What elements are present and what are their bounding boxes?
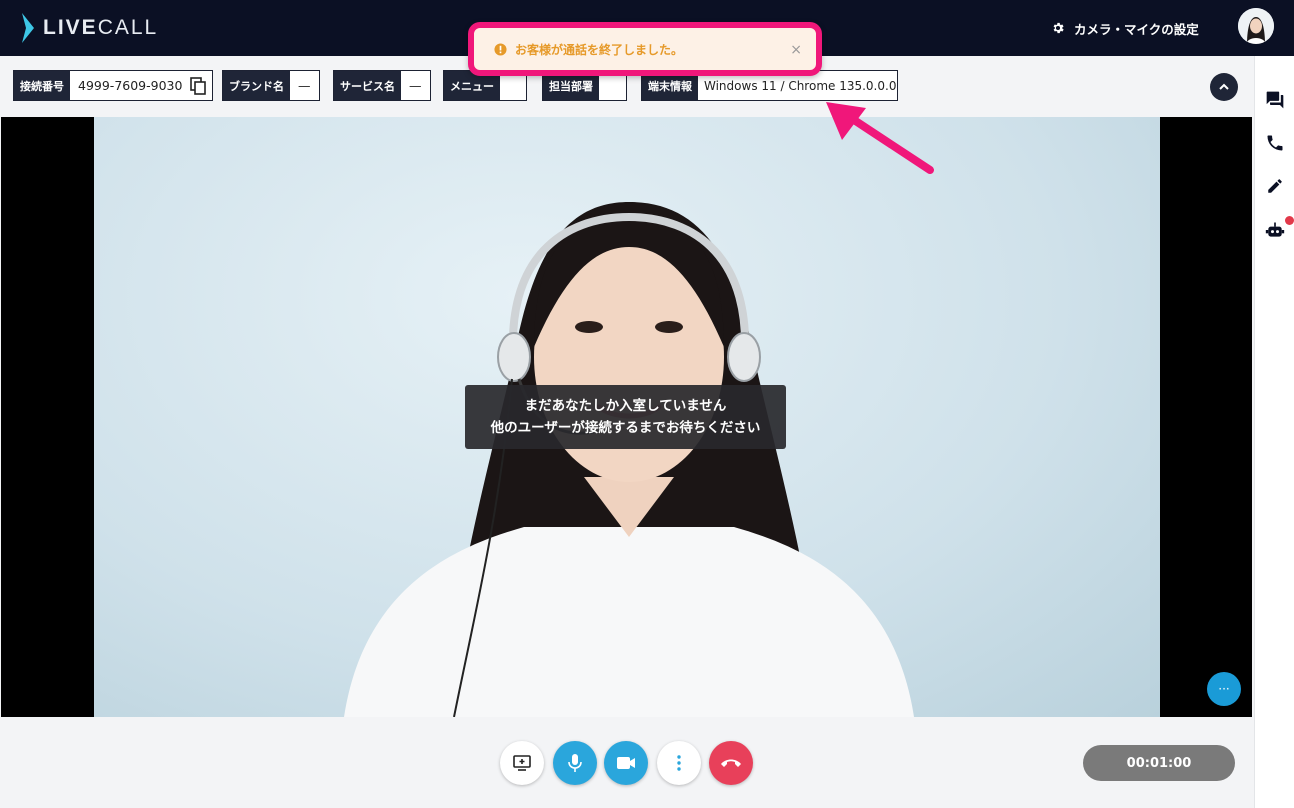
video-more-button[interactable]: ··· xyxy=(1207,672,1241,706)
toast-close-icon[interactable]: × xyxy=(790,42,802,58)
hang-up-icon xyxy=(721,759,741,767)
field-label: ブランド名 xyxy=(223,71,290,100)
camera-button[interactable] xyxy=(604,741,648,785)
waiting-line-1: まだあなたしか入室していません xyxy=(524,398,727,414)
phone-icon[interactable] xyxy=(1264,132,1286,154)
waiting-line-2: 他のユーザーが接続するまでお待ちください xyxy=(490,420,761,436)
logo-icon xyxy=(22,13,34,43)
edit-icon[interactable] xyxy=(1264,175,1286,197)
notification-badge xyxy=(1285,216,1294,225)
brand-name-value: — xyxy=(298,78,311,93)
video-camera-icon xyxy=(617,757,635,769)
brand-name-field: ブランド名 — xyxy=(222,70,320,101)
avatar-image xyxy=(1238,8,1274,44)
connection-number-value: 4999-7609-9030 xyxy=(78,78,183,93)
chat-icon[interactable] xyxy=(1264,89,1286,111)
camera-mic-settings-button[interactable]: カメラ・マイクの設定 xyxy=(1051,17,1199,39)
more-dots-icon: ··· xyxy=(1218,682,1230,696)
bot-icon[interactable] xyxy=(1264,219,1286,241)
hang-up-button[interactable] xyxy=(709,741,753,785)
annotation-arrow xyxy=(826,102,934,174)
service-name-value: — xyxy=(409,78,422,93)
collapse-info-button[interactable] xyxy=(1210,73,1238,101)
more-options-button[interactable] xyxy=(657,741,701,785)
call-timer: 00:01:00 xyxy=(1083,745,1235,781)
livecall-logo[interactable]: LIVECALL xyxy=(20,11,158,45)
screen-share-icon xyxy=(513,755,531,771)
vertical-dots-icon xyxy=(677,755,681,771)
gear-icon xyxy=(1053,22,1064,34)
chevron-up-icon xyxy=(1219,83,1229,90)
user-avatar[interactable] xyxy=(1238,8,1274,44)
waiting-message: まだあなたしか入室していません 他のユーザーが接続するまでお待ちください xyxy=(465,385,786,449)
right-sidebar xyxy=(1254,56,1294,808)
warning-icon xyxy=(494,42,507,56)
microphone-button[interactable] xyxy=(553,741,597,785)
field-label: 接続番号 xyxy=(14,71,70,100)
copy-icon[interactable] xyxy=(190,71,212,100)
service-name-field: サービス名 — xyxy=(333,70,431,101)
microphone-icon xyxy=(568,754,582,772)
connection-number-field: 接続番号 4999-7609-9030 xyxy=(13,70,214,101)
screen-share-button[interactable] xyxy=(500,741,544,785)
call-controls-bar: 00:01:00 xyxy=(0,717,1254,808)
call-ended-toast: お客様が通話を終了しました。 × xyxy=(468,22,822,76)
logo-text: LIVECALL xyxy=(43,16,159,39)
toast-message: お客様が通話を終了しました。 xyxy=(515,42,684,57)
field-label: サービス名 xyxy=(334,71,401,100)
settings-label: カメラ・マイクの設定 xyxy=(1074,21,1199,37)
